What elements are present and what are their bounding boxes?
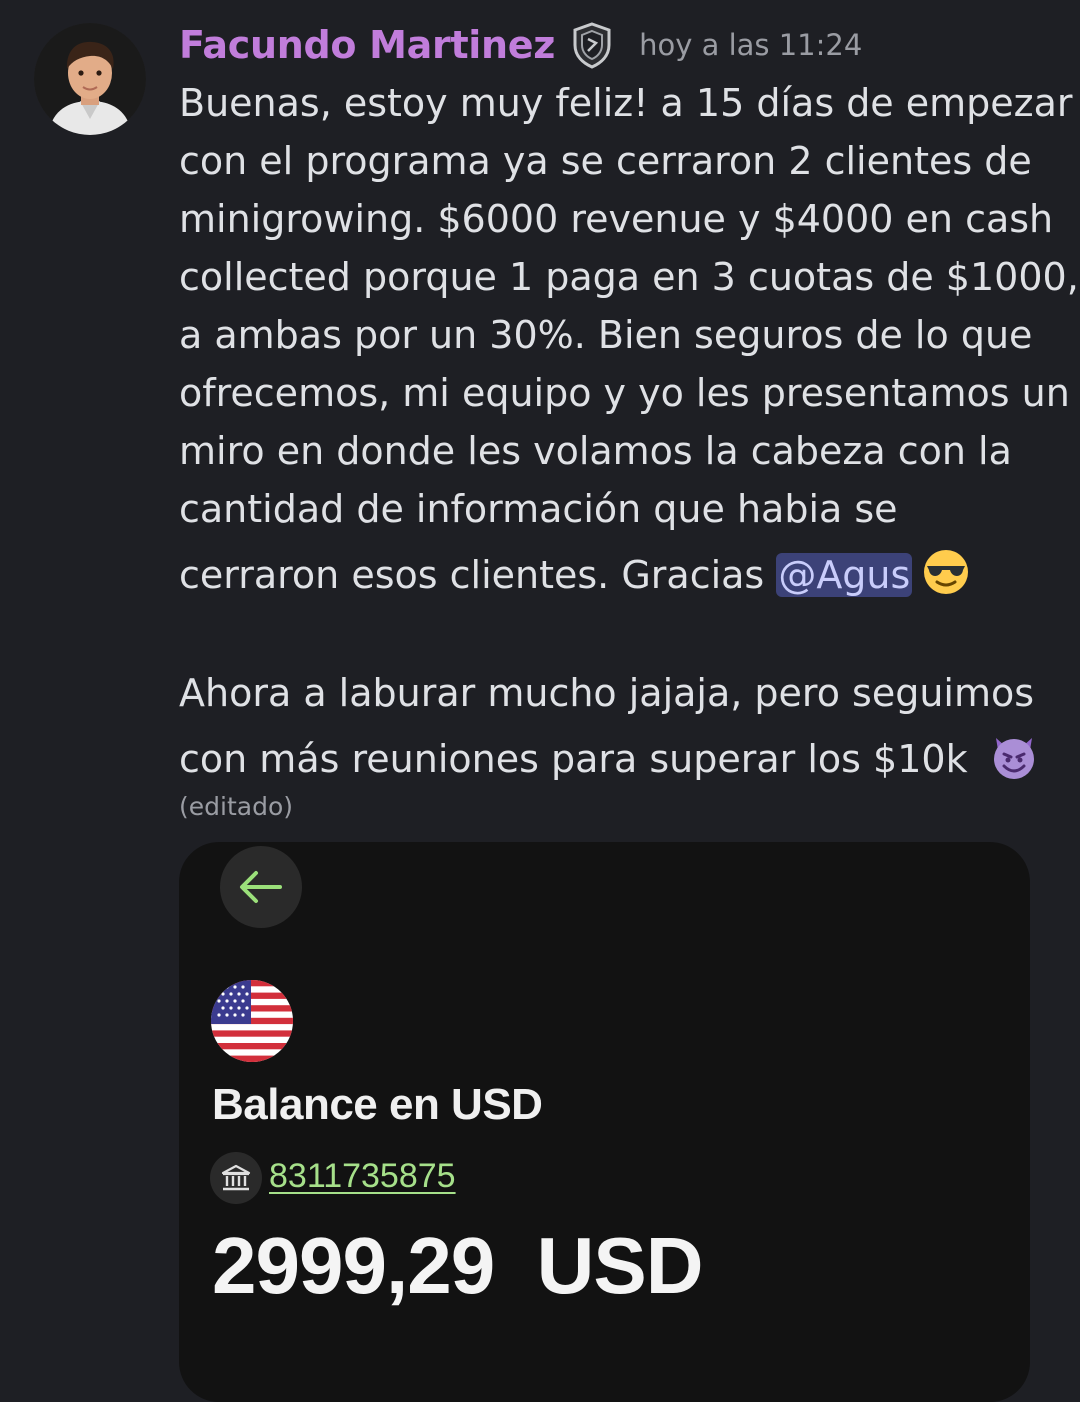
image-attachment[interactable]: Balance en USD 8311735875 2999,29 USD bbox=[179, 842, 1030, 1402]
edited-label: (editado) bbox=[179, 792, 293, 821]
message-line: collected porque 1 paga en 3 cuotas de $… bbox=[179, 255, 1079, 299]
message-line: con más reuniones para superar los $10k bbox=[179, 730, 1059, 788]
message-content: Buenas, estoy muy feliz! a 15 días de em… bbox=[179, 74, 1079, 788]
user-avatar-icon bbox=[34, 23, 146, 135]
paragraph-break bbox=[179, 604, 1059, 664]
message-header: Facundo Martinez hoy a las 11:24 bbox=[179, 14, 862, 76]
user-mention[interactable]: @Agus bbox=[776, 553, 913, 597]
back-button[interactable] bbox=[220, 846, 302, 928]
message-line: a ambas por un 30%. Bien seguros de lo q… bbox=[179, 313, 1033, 357]
message-line: Buenas, estoy muy feliz! a 15 días de em… bbox=[179, 81, 1073, 125]
message-line: cerraron esos clientes. Gracias @Agus bbox=[179, 546, 1059, 604]
shield-badge-icon[interactable] bbox=[571, 21, 613, 69]
balance-title: Balance en USD bbox=[212, 1080, 543, 1129]
message-line: minigrowing. $6000 revenue y $4000 en ca… bbox=[179, 197, 1054, 241]
us-flag-icon bbox=[211, 980, 293, 1062]
author-name[interactable]: Facundo Martinez bbox=[179, 23, 555, 67]
message-timestamp: hoy a las 11:24 bbox=[639, 28, 863, 62]
account-number-link[interactable]: 8311735875 bbox=[269, 1157, 456, 1196]
message-line-text: con más reuniones para superar los $10k bbox=[179, 737, 980, 781]
balance-amount: 2999,29 USD bbox=[212, 1221, 704, 1310]
message-line: cantidad de información que habia se bbox=[179, 487, 898, 531]
chat-message: Facundo Martinez hoy a las 11:24 Buenas,… bbox=[0, 0, 1080, 1402]
message-line: ofrecemos, mi equipo y yo les presentamo… bbox=[179, 371, 1070, 415]
message-line: con el programa ya se cerraron 2 cliente… bbox=[179, 139, 1032, 183]
sunglasses-emoji-icon bbox=[922, 548, 970, 596]
arrow-left-icon bbox=[240, 871, 282, 903]
message-line: miro en donde les volamos la cabeza con … bbox=[179, 429, 1012, 473]
bank-icon bbox=[210, 1152, 262, 1204]
message-line: Ahora a laburar mucho jajaja, pero segui… bbox=[179, 671, 1035, 715]
avatar[interactable] bbox=[34, 23, 146, 135]
smiling-devil-emoji-icon bbox=[990, 732, 1038, 780]
message-line-text: cerraron esos clientes. Gracias bbox=[179, 553, 777, 597]
